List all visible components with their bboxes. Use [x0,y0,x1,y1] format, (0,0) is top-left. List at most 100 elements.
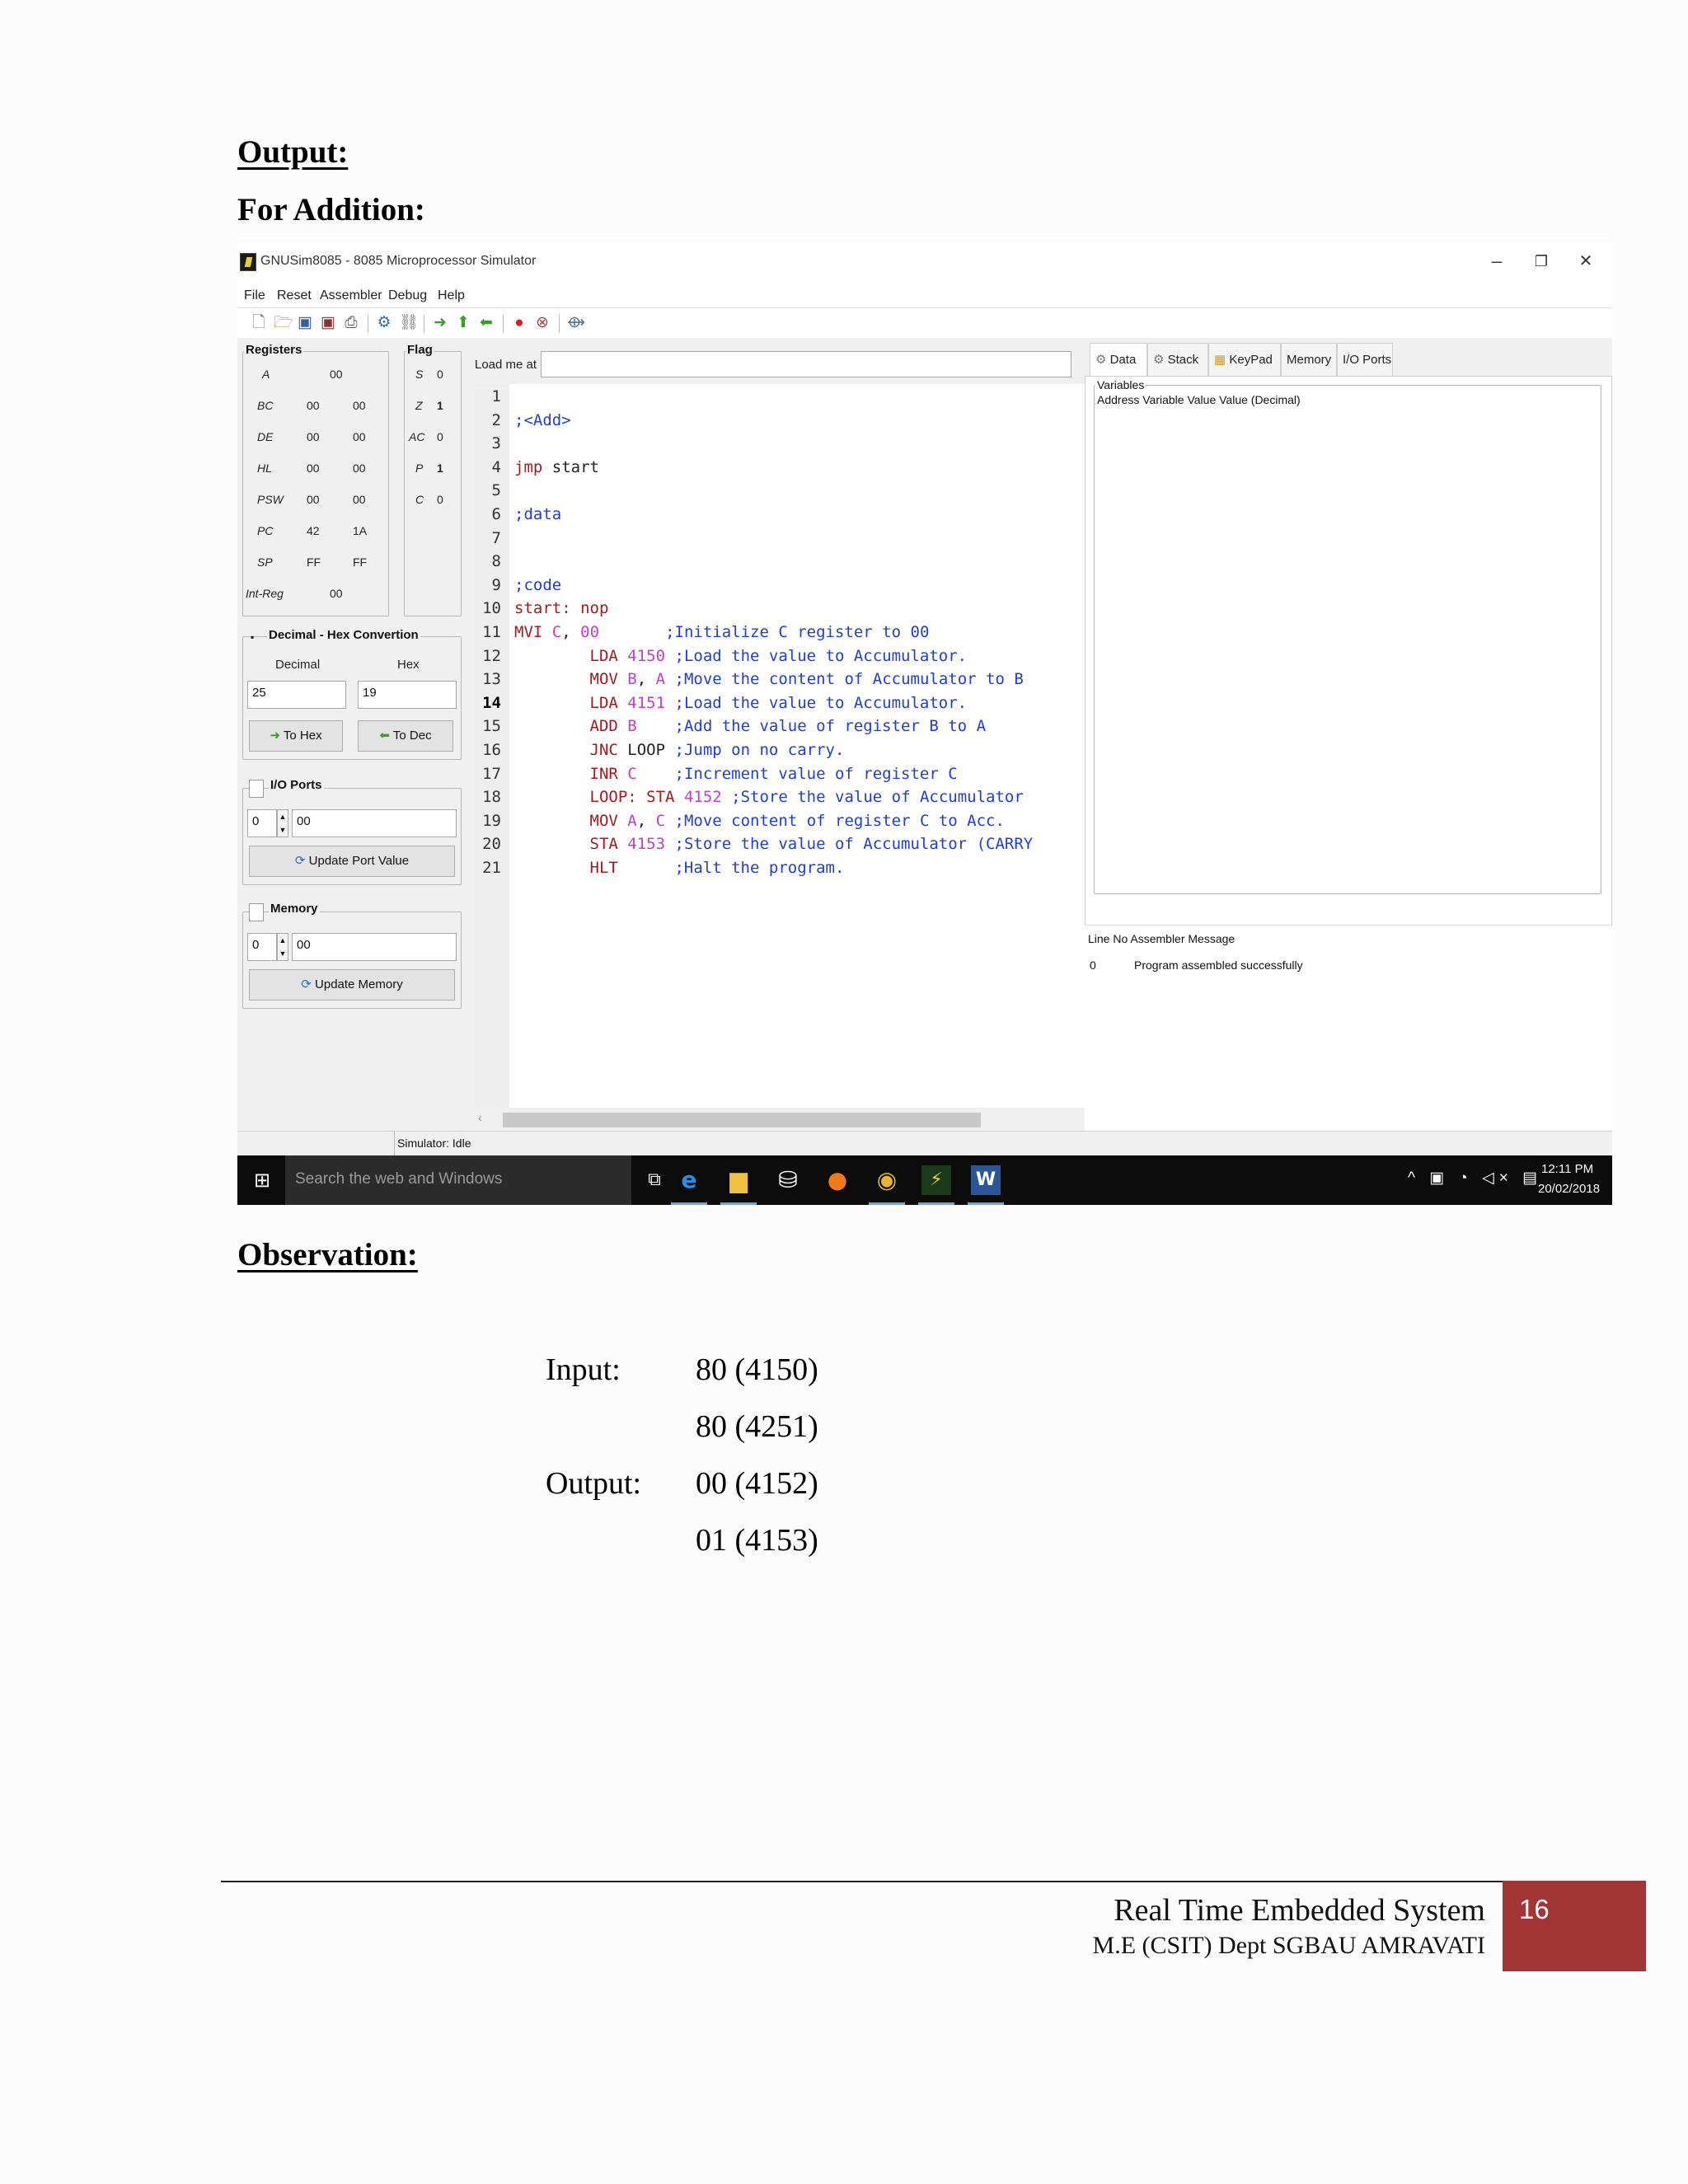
line-number: 8 [491,552,501,571]
refresh-icon: ⟳ [301,977,316,991]
scroll-left-icon[interactable]: ‹ [478,1111,482,1124]
input-label: Input: [546,1352,621,1387]
windows-start-icon[interactable]: ⊞ [247,1165,277,1195]
open-folder-icon[interactable]: 🗁 [274,315,293,331]
flag-name: Z [415,399,423,412]
decimal-label: Decimal [275,658,321,672]
register-name: PSW [257,493,284,506]
menu-file[interactable]: File [244,288,265,303]
menu-debug[interactable]: Debug [388,288,427,303]
register-name: Int-Reg [246,587,284,600]
link-icon[interactable]: ⛓ [399,315,419,331]
collapse-toggle-icon[interactable]: ▪ [251,631,257,643]
update-port-button[interactable]: ⟳ Update Port Value [249,846,455,877]
update-memory-button[interactable]: ⟳ Update Memory [249,969,455,1001]
assemble-icon[interactable]: ⚙ [376,315,392,331]
tab-keypad[interactable]: ▦ KeyPad [1208,343,1281,376]
code-line: ;<Add> [514,410,571,429]
flag-name: P [415,462,424,475]
message-text: Program assembled successfully [1134,958,1303,972]
active-indicator [968,1202,1004,1205]
arrow-right-icon: ➜ [270,729,284,743]
restore-button[interactable]: ❐ [1525,249,1558,274]
input-value-2: 80 (4251) [696,1409,818,1444]
save-as-icon[interactable]: ▣ [320,315,336,331]
register-value-low: 1A [353,524,368,537]
line-number: 9 [491,575,501,594]
port-number-input[interactable]: 0 [247,809,277,837]
step-back-icon[interactable]: ⬅ [478,315,495,331]
register-value-high: 00 [330,587,343,600]
gnusim-taskbar-icon[interactable]: ⚡ [921,1165,951,1195]
io-ports-toggle[interactable] [249,780,264,798]
new-file-icon[interactable]: 🗋 [251,315,267,331]
to-dec-button[interactable]: ⬅ To Dec [358,720,453,752]
memory-spinner[interactable]: ▲ ▼ [277,933,288,961]
save-icon[interactable]: ▣ [297,315,313,331]
firefox-icon[interactable]: ● [823,1165,852,1195]
simulator-status: Simulator: Idle [397,1137,471,1150]
memory-address-input[interactable]: 0 [247,933,277,961]
taskbar-date: 20/02/2018 [1538,1182,1601,1196]
line-number: 21 [482,859,501,877]
register-name: A [262,368,270,381]
load-address-input[interactable] [541,351,1071,377]
footer-rule [221,1881,1503,1882]
tab-io-ports[interactable]: I/O Ports [1337,343,1393,376]
step-up-icon[interactable]: ⬆ [455,315,471,331]
port-value-input[interactable]: 00 [292,809,457,837]
run-icon[interactable]: ➜ [432,315,448,331]
registers-title: Registers [244,343,304,357]
memory-toggle[interactable] [249,903,264,921]
variables-table-header: Address Variable Value Value (Decimal) [1097,393,1301,406]
toolbar-separator [559,315,560,333]
memory-value-input[interactable]: 00 [292,933,457,961]
minimize-button[interactable]: – [1480,249,1513,274]
print-icon[interactable]: ⎙ [343,315,359,331]
to-dec-label: To Dec [392,729,432,743]
toolbar: 🗋 🗁 ▣ ▣ ⎙ ⚙ ⛓ ➜ ⬆ ⬅ ● ⊗ ⟴ [237,308,1612,338]
tab-keypad-label: KeyPad [1229,353,1273,367]
stop-icon[interactable]: ⊗ [534,315,551,331]
breakpoint-icon[interactable]: ● [511,315,528,331]
code-line: start: nop [514,599,609,618]
close-button[interactable]: ✕ [1569,249,1602,274]
code-line: MOV B, A ;Move the content of Accumulato… [589,670,1024,689]
line-number: 11 [482,623,501,641]
keypad-icon: ▦ [1214,353,1230,367]
menu-help[interactable]: Help [438,288,465,303]
simulator-screenshot: GNUSim8085 - 8085 Microprocessor Simulat… [237,242,1612,1205]
word-icon[interactable]: W [971,1165,1001,1195]
code-line: MVI C, 00 ;Initialize C register to 00 [514,623,930,641]
settings-icon[interactable]: ⟴ [567,315,585,331]
line-number: 14 [482,693,501,712]
menu-reset[interactable]: Reset [277,288,312,303]
observation-heading: Observation: [237,1237,418,1272]
code-line: jmp start [514,457,599,476]
tab-data[interactable]: ⚙ Data [1090,343,1147,376]
to-hex-label: To Hex [283,729,322,743]
tab-memory[interactable]: Memory [1281,343,1337,376]
title-bar: GNUSim8085 - 8085 Microprocessor Simulat… [237,242,1612,284]
tab-stack[interactable]: ⚙ Stack [1147,343,1208,376]
edge-browser-icon[interactable]: e [674,1165,704,1195]
task-view-icon[interactable]: ⧉ [640,1165,669,1195]
memory-title: Memory [269,902,320,916]
to-hex-button[interactable]: ➜ To Hex [249,720,343,752]
line-number: 1 [491,387,501,405]
decimal-input[interactable]: 25 [247,681,346,709]
output-value-2: 01 (4153) [696,1523,818,1558]
active-indicator [918,1202,954,1205]
status-divider [394,1132,395,1156]
store-icon[interactable]: ⛁ [773,1165,803,1195]
hex-input[interactable]: 19 [358,681,457,709]
menu-assembler[interactable]: Assembler [320,288,382,303]
taskbar-search[interactable]: Search the web and Windows [285,1155,631,1205]
update-port-label: Update Port Value [308,854,410,868]
scroll-thumb[interactable] [503,1113,981,1127]
chrome-icon[interactable]: ◉ [872,1165,902,1195]
port-spinner[interactable]: ▲ ▼ [277,809,288,837]
file-explorer-icon[interactable]: ▆ [724,1165,753,1195]
register-value-low: FF [353,555,368,569]
system-tray-icons[interactable]: ^ ▣ ◔ ◁× ▤ [1408,1169,1542,1188]
